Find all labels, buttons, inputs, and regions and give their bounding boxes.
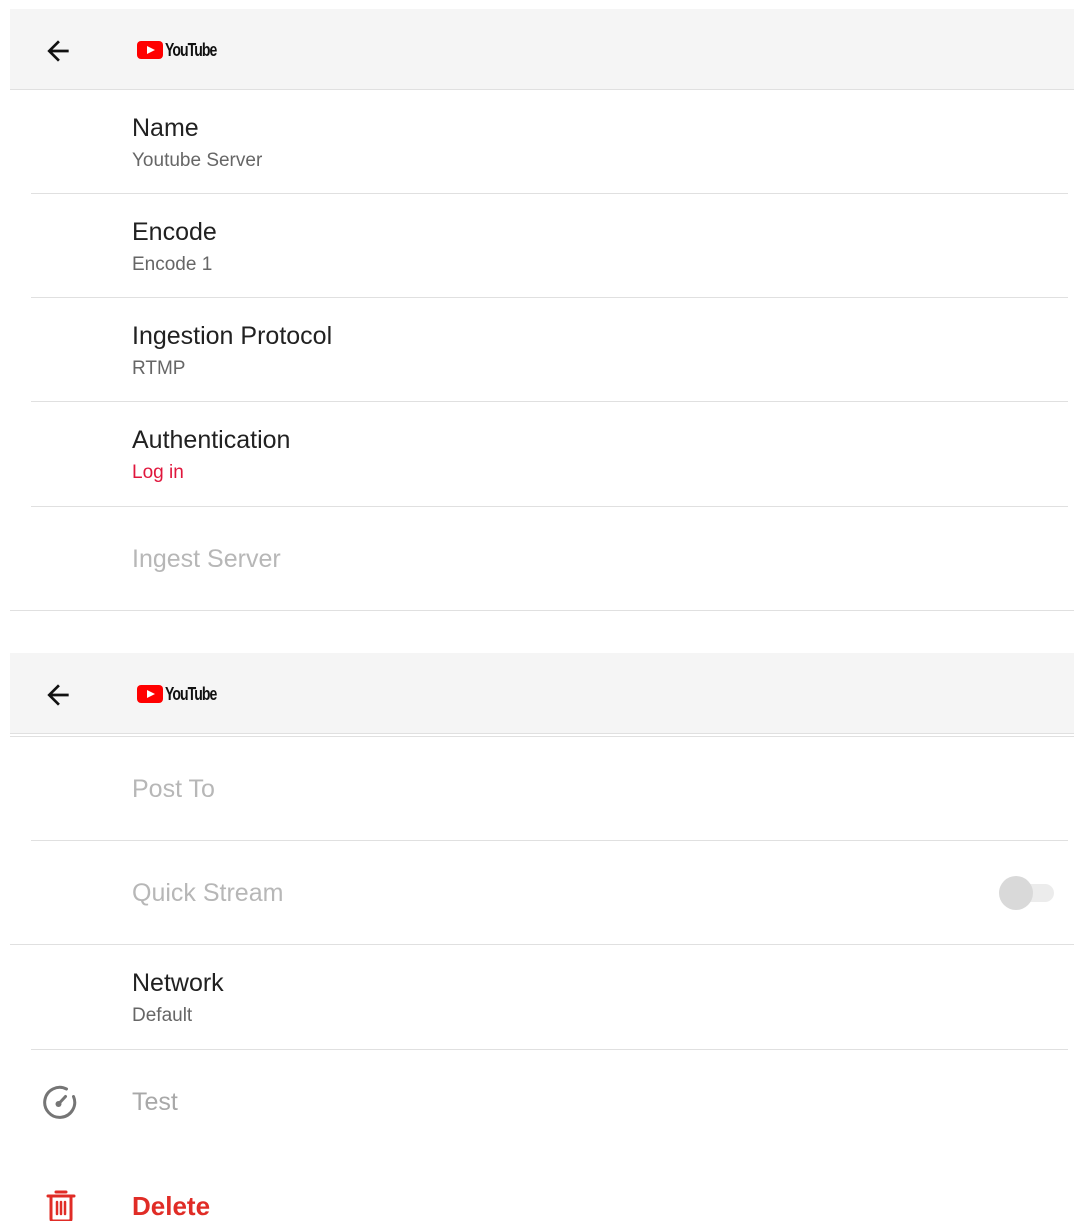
setting-row-name[interactable]: Name Youtube Server <box>0 90 1074 194</box>
setting-value: RTMP <box>132 358 186 379</box>
arrow-left-icon <box>47 40 69 62</box>
arrow-left-icon <box>47 684 69 706</box>
setting-title: Encode <box>132 218 217 246</box>
setting-value: Youtube Server <box>132 150 263 171</box>
app-bar: YouTube <box>10 9 1074 90</box>
setting-row-authentication[interactable]: Authentication Log in <box>0 402 1074 506</box>
setting-title: Network <box>132 969 224 997</box>
setting-row-quick-stream: Quick Stream <box>0 841 1074 945</box>
test-label: Test <box>132 1088 178 1116</box>
speedometer-icon <box>42 1083 80 1121</box>
back-button[interactable] <box>38 31 78 71</box>
toggle-thumb <box>999 876 1033 910</box>
delete-button[interactable]: Delete <box>0 1154 1074 1221</box>
setting-row-post-to: Post To <box>0 737 1074 841</box>
setting-title: Post To <box>132 775 215 803</box>
setting-title: Name <box>132 114 199 142</box>
setting-value: Encode 1 <box>132 254 213 275</box>
setting-title: Ingestion Protocol <box>132 322 333 350</box>
youtube-logo: YouTube <box>137 39 231 61</box>
youtube-play-icon <box>137 685 163 703</box>
divider <box>10 610 1074 611</box>
setting-title: Quick Stream <box>132 879 284 907</box>
trash-icon <box>42 1187 80 1221</box>
youtube-logo-text: YouTube <box>165 39 217 60</box>
setting-title: Ingest Server <box>132 545 281 573</box>
app-bar: YouTube <box>10 653 1074 734</box>
setting-row-ingestion-protocol[interactable]: Ingestion Protocol RTMP <box>0 298 1074 402</box>
back-button[interactable] <box>38 675 78 715</box>
settings-page: YouTube Name Youtube Server Encode Encod… <box>0 0 1074 1221</box>
delete-label: Delete <box>132 1191 211 1221</box>
youtube-logo: YouTube <box>137 683 231 705</box>
setting-value: Default <box>132 1005 193 1026</box>
test-button[interactable]: Test <box>0 1050 1074 1154</box>
setting-title: Authentication <box>132 426 291 454</box>
youtube-play-icon <box>137 41 163 59</box>
youtube-logo-text: YouTube <box>165 683 217 704</box>
setting-row-encode[interactable]: Encode Encode 1 <box>0 194 1074 298</box>
quick-stream-toggle[interactable] <box>998 875 1056 911</box>
setting-row-ingest-server: Ingest Server <box>0 507 1074 610</box>
setting-row-network[interactable]: Network Default <box>0 945 1074 1049</box>
login-link[interactable]: Log in <box>132 462 184 484</box>
